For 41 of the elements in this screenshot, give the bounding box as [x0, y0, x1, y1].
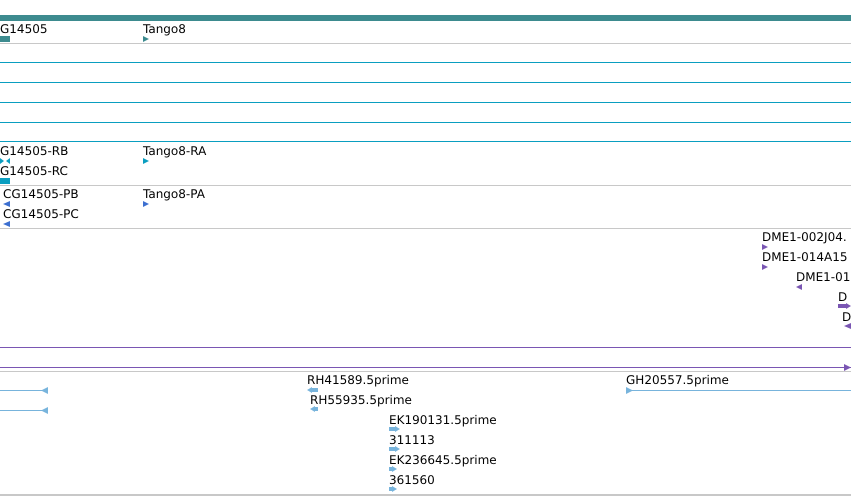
feature-label: CG14505-PB [3, 187, 79, 201]
feature-label: G14505-RC [0, 164, 68, 178]
feature-label: D [838, 290, 848, 304]
feature-label: D [842, 310, 851, 324]
feature-label: 361560 [389, 473, 435, 487]
feature-label: 311113 [389, 433, 435, 447]
feature-glyph-icon [0, 158, 10, 164]
feature-label: DME1-014A15 [762, 250, 848, 264]
feature-label: G14505 [0, 22, 48, 36]
feature-glyph-icon [0, 178, 10, 184]
feature-glyph-icon [3, 221, 10, 227]
feature-label: RH55935.5prime [310, 393, 412, 407]
feature-glyph-icon [762, 264, 768, 270]
feature-line [0, 387, 48, 394]
feature-glyph-icon [143, 158, 149, 164]
feature-glyph-icon [389, 486, 397, 492]
feature-label: EK190131.5prime [389, 413, 497, 427]
feature-glyph-icon [143, 36, 149, 42]
feature-label: G14505-RB [0, 144, 68, 158]
feature-glyph-icon [143, 201, 149, 207]
feature-label: Tango8-RA [143, 144, 206, 158]
feature-glyph-icon [796, 284, 802, 290]
feature-glyph-icon [3, 201, 10, 207]
feature-label: CG14505-PC [3, 207, 79, 221]
feature-label: Tango8 [143, 22, 186, 36]
feature-glyph-icon [389, 426, 400, 432]
feature-label: DME1-002J04. [762, 230, 847, 244]
feature-glyph-icon [389, 466, 397, 472]
feature-label: DME1-01 [796, 270, 850, 284]
feature-glyph-icon [0, 36, 10, 42]
feature-line [0, 407, 48, 414]
feature-glyph-icon [844, 323, 851, 329]
feature-glyph-icon [762, 244, 768, 250]
feature-glyph-icon [307, 387, 318, 393]
feature-label: RH41589.5prime [307, 373, 409, 387]
feature-glyph-icon [389, 446, 400, 452]
feature-label: EK236645.5prime [389, 453, 497, 467]
feature-label: Tango8-PA [143, 187, 205, 201]
feature-glyph-icon [310, 406, 318, 412]
feature-label: GH20557.5prime [626, 373, 729, 387]
feature-glyph-icon [838, 303, 851, 309]
